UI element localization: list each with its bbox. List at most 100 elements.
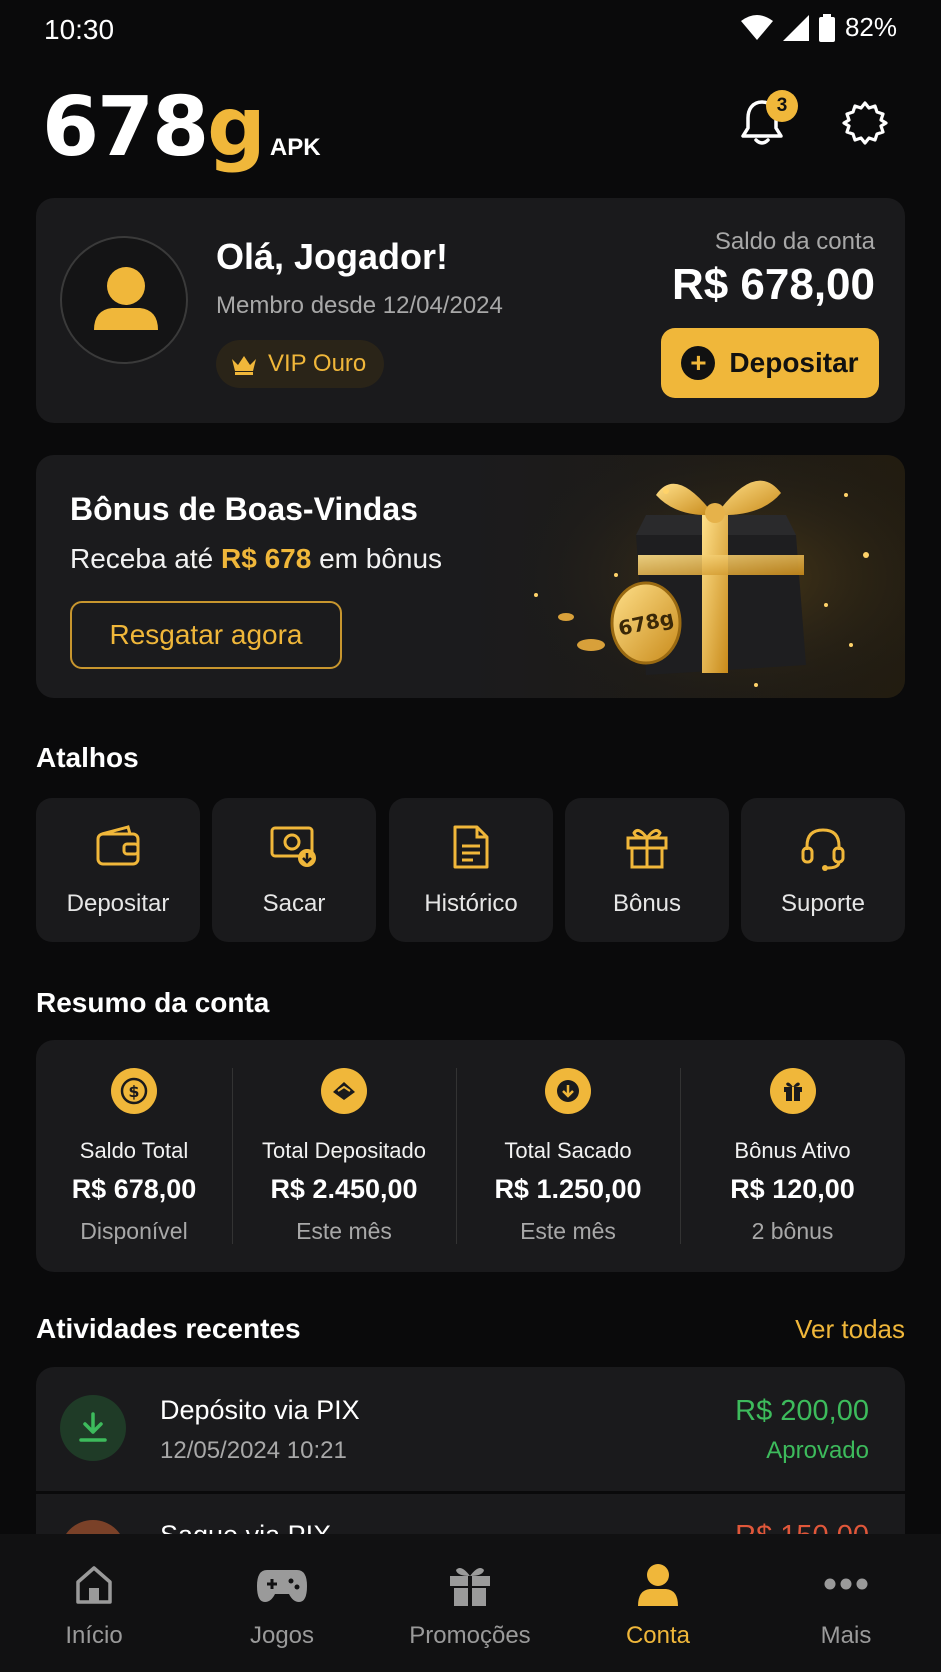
svg-text:$: $: [128, 1082, 139, 1101]
status-bar: 10:30 82%: [0, 0, 941, 60]
crown-icon: [232, 356, 256, 375]
withdraw-icon: [60, 1520, 126, 1534]
shortcut-bonus[interactable]: Bônus: [565, 798, 729, 942]
balance-label: Saldo da conta: [714, 228, 875, 255]
member-since: Membro desde 12/04/2024: [216, 292, 503, 319]
gift-icon: [626, 828, 668, 869]
withdraw-icon: [545, 1068, 591, 1114]
see-all-link[interactable]: Ver todas: [795, 1314, 905, 1345]
summary-item-title: Total Depositado: [262, 1138, 426, 1163]
nav-label: Promoções: [409, 1622, 531, 1649]
logo-number: 678: [42, 80, 209, 175]
gift-icon: [769, 1068, 816, 1114]
shortcut-support[interactable]: Suporte: [741, 798, 905, 942]
wallet-icon: [96, 825, 140, 866]
summary-item-title: Bônus Ativo: [734, 1138, 851, 1163]
user-icon: [94, 267, 158, 330]
summary-item-value: R$ 678,00: [71, 1174, 197, 1204]
nav-games[interactable]: Jogos: [188, 1534, 376, 1672]
summary-total-withdrawn: Total Sacado R$ 1.250,00 Este mês: [456, 1040, 680, 1272]
shortcut-label: Depositar: [66, 890, 170, 917]
summary-total-deposited: Total Depositado R$ 2.450,00 Este mês: [232, 1040, 456, 1272]
shortcut-label: Bônus: [612, 890, 682, 917]
summary-item-title: Total Sacado: [504, 1138, 632, 1163]
nav-promotions[interactable]: Promoções: [376, 1534, 564, 1672]
deposit-button-label: Depositar: [729, 347, 859, 378]
summary-total-balance: $ Saldo Total R$ 678,00 Disponível: [36, 1040, 232, 1272]
nav-label: Mais: [820, 1622, 872, 1649]
plus-icon: +: [681, 346, 716, 380]
summary-item-value: R$ 2.450,00: [270, 1174, 418, 1204]
summary-active-bonus: Bônus Ativo R$ 120,00 2 bônus: [680, 1040, 905, 1272]
shortcut-withdraw[interactable]: Sacar: [212, 798, 376, 942]
notification-badge: 3: [766, 90, 798, 122]
cash-withdraw-icon: [270, 826, 316, 867]
nav-home[interactable]: Início: [0, 1534, 188, 1672]
gamepad-icon: [257, 1570, 307, 1602]
gear-icon: [842, 101, 888, 145]
account-summary: $ Saldo Total R$ 678,00 Disponível Total…: [36, 1040, 905, 1272]
document-icon: [453, 825, 489, 869]
nav-account[interactable]: Conta: [564, 1534, 752, 1672]
status-time: 10:30: [44, 14, 115, 45]
summary-item-value: R$ 120,00: [730, 1174, 855, 1204]
home-icon: [76, 1566, 112, 1604]
vip-label: VIP Ouro: [268, 350, 367, 377]
activity-row[interactable]: Saque via PIX R$ 150,00: [36, 1494, 905, 1534]
status-icons: 82%: [740, 12, 897, 43]
app-logo: 678 g APK: [42, 80, 321, 175]
shortcuts-title: Atalhos: [36, 742, 139, 773]
activity-title: Depósito via PIX: [160, 1395, 360, 1425]
welcome-bonus-banner[interactable]: Bônus de Boas-Vindas Receba até R$ 678 e…: [36, 455, 905, 698]
gift-illustration: 678g: [506, 455, 905, 698]
balance-value: R$ 678,00: [671, 260, 875, 309]
wifi-icon: [740, 14, 773, 40]
activities-title: Atividades recentes: [36, 1313, 301, 1344]
download-icon: [60, 1395, 126, 1461]
shortcut-label: Histórico: [424, 890, 518, 917]
settings-button[interactable]: [842, 100, 892, 150]
shortcut-label: Sacar: [262, 890, 326, 917]
summary-item-sub: Este mês: [520, 1218, 616, 1244]
bonus-amount: R$ 678: [221, 543, 312, 574]
summary-item-title: Saldo Total: [79, 1138, 189, 1163]
activity-amount: R$ 200,00: [735, 1395, 869, 1427]
app-header: 678 g APK 3: [0, 80, 941, 180]
bonus-title: Bônus de Boas-Vindas: [70, 491, 418, 527]
user-icon: [638, 1564, 678, 1606]
gift-icon: [450, 1568, 490, 1606]
bottom-nav: Início Jogos Promoções Conta Mais: [0, 1534, 941, 1672]
activity-date: 12/05/2024 10:21: [160, 1437, 347, 1464]
summary-item-value: R$ 1.250,00: [494, 1174, 642, 1204]
nav-label: Início: [65, 1622, 123, 1649]
claim-bonus-button[interactable]: Resgatar agora: [70, 601, 342, 669]
headset-icon: [801, 828, 845, 871]
logo-letter: g: [207, 80, 266, 175]
logo-suffix: APK: [269, 134, 321, 161]
deposit-icon: [321, 1068, 367, 1114]
activity-row[interactable]: Depósito via PIX 12/05/2024 10:21 R$ 200…: [36, 1367, 905, 1491]
greeting: Olá, Jogador!: [216, 236, 449, 277]
shortcut-label: Suporte: [780, 890, 866, 917]
activity-status: Aprovado: [766, 1437, 869, 1464]
dollar-icon: $: [111, 1068, 157, 1114]
activity-amount: R$ 150,00: [735, 1520, 869, 1534]
shortcut-deposit[interactable]: Depositar: [36, 798, 200, 942]
nav-label: Jogos: [249, 1622, 315, 1649]
more-icon: [824, 1578, 868, 1590]
activity-title: Saque via PIX: [160, 1520, 331, 1534]
avatar[interactable]: [60, 236, 188, 364]
summary-item-sub: 2 bônus: [751, 1218, 834, 1244]
notifications-button[interactable]: 3: [740, 90, 798, 148]
signal-icon: [782, 14, 809, 41]
deposit-button[interactable]: + Depositar: [661, 328, 879, 398]
profile-card: Olá, Jogador! Membro desde 12/04/2024 VI…: [36, 198, 905, 423]
summary-title: Resumo da conta: [36, 987, 270, 1018]
vip-badge[interactable]: VIP Ouro: [216, 340, 385, 388]
nav-more[interactable]: Mais: [752, 1534, 940, 1672]
shortcut-history[interactable]: Histórico: [389, 798, 553, 942]
battery-percent: 82%: [844, 12, 897, 42]
summary-item-sub: Este mês: [296, 1218, 392, 1244]
nav-label: Conta: [625, 1622, 691, 1649]
bonus-subtitle: Receba até R$ 678 em bônus: [70, 543, 443, 574]
